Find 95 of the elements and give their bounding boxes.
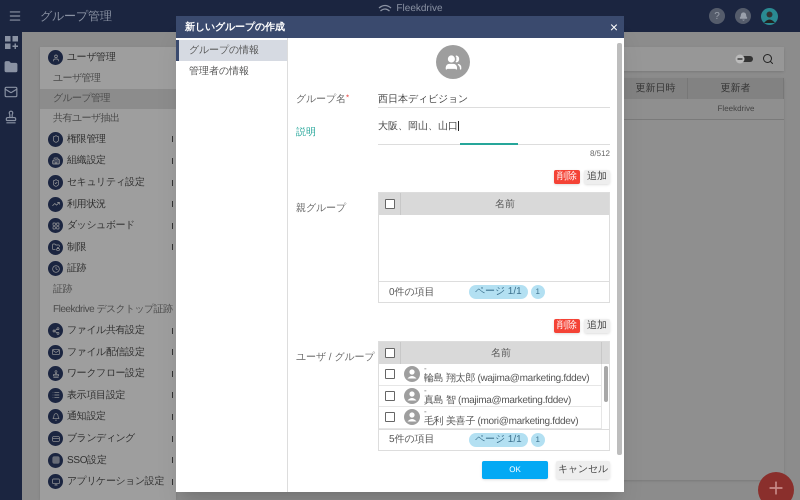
card-icon bbox=[48, 431, 63, 446]
menu-section[interactable]: ファイル配信設定 bbox=[40, 341, 176, 363]
share-icon bbox=[48, 323, 63, 338]
menu-item[interactable]: グループ管理 bbox=[40, 88, 176, 109]
row-note: - bbox=[424, 386, 427, 395]
member-name: 毛利 美喜子 (mori@marketing.fddev) bbox=[424, 417, 578, 428]
toggle-icon[interactable] bbox=[734, 54, 754, 64]
grid-icon bbox=[48, 452, 63, 468]
page-number[interactable]: 1 bbox=[530, 432, 545, 447]
menu-section[interactable]: 権限管理 bbox=[40, 128, 176, 150]
group-avatar bbox=[436, 45, 470, 79]
field-label: ユーザ / グループ bbox=[296, 352, 374, 363]
item-count: 5件の項目 bbox=[389, 433, 436, 448]
stamp-icon bbox=[48, 366, 63, 382]
add-button[interactable]: 追加 bbox=[584, 170, 610, 184]
ok-button[interactable]: OK bbox=[482, 460, 548, 479]
row-note: - bbox=[424, 407, 427, 416]
user-avatar-icon bbox=[404, 409, 420, 426]
item-count: 0件の項目 bbox=[389, 286, 436, 300]
menu-section[interactable]: 制限 bbox=[40, 236, 176, 258]
scrollbar[interactable] bbox=[617, 43, 622, 455]
page-indicator: ページ 1/1 bbox=[469, 285, 528, 299]
group-name-field[interactable]: 西日本ディビジョン bbox=[378, 90, 610, 108]
nav-tab[interactable]: 管理者の情報 bbox=[176, 61, 287, 82]
menu-item[interactable]: Fleekdrive デスクトップ証跡 bbox=[40, 300, 176, 320]
list-icon bbox=[48, 388, 63, 403]
dialog-title: 新しいグループの作成 bbox=[185, 20, 286, 34]
menu-section[interactable]: ワークフロー設定 bbox=[40, 362, 176, 385]
menu-section[interactable]: ブランディング bbox=[40, 428, 176, 450]
folder-lock-icon bbox=[48, 240, 63, 255]
menu-item[interactable]: 証跡 bbox=[40, 280, 176, 300]
page-title: グループ管理 bbox=[40, 8, 112, 25]
table-row[interactable]: - 真島 智 (majima@marketing.fddev) bbox=[379, 386, 601, 408]
row-note: - bbox=[424, 364, 427, 374]
folder-icon[interactable] bbox=[4, 60, 18, 74]
member-name: 真島 智 (majima@marketing.fddev) bbox=[424, 396, 572, 406]
user-avatar-icon bbox=[404, 366, 420, 382]
menu-section[interactable]: アプリケーション設定 bbox=[40, 470, 176, 492]
building-icon bbox=[48, 153, 63, 168]
menu-section[interactable]: ファイル共有設定 bbox=[40, 320, 176, 342]
cancel-button[interactable]: キャンセル bbox=[556, 460, 610, 479]
stamp-icon[interactable] bbox=[4, 110, 18, 124]
delete-button[interactable]: 削除 bbox=[554, 319, 580, 333]
grid-plus-icon[interactable] bbox=[4, 36, 18, 49]
logo-text: Fleekdrive bbox=[396, 3, 443, 15]
menu-item[interactable]: ユーザ管理 bbox=[40, 68, 176, 89]
member-name: 輪島 翔太郎 (wajima@marketing.fddev) bbox=[424, 374, 590, 384]
table-cell-text: Fleekdrive bbox=[716, 103, 756, 115]
menu-section[interactable]: 組織設定 bbox=[40, 150, 176, 172]
menu-icon[interactable] bbox=[8, 9, 22, 23]
shield-icon bbox=[48, 132, 63, 147]
checkbox[interactable] bbox=[385, 412, 395, 422]
close-button[interactable]: × bbox=[610, 20, 618, 34]
menu-section[interactable]: 表示項目設定 bbox=[40, 384, 176, 406]
grid-icon bbox=[48, 218, 63, 234]
add-button[interactable]: 追加 bbox=[584, 319, 610, 333]
menu-section[interactable]: ダッシュボード bbox=[40, 214, 176, 237]
mail-icon bbox=[48, 344, 63, 360]
column-header[interactable]: 更新者 bbox=[688, 78, 784, 99]
field-label: 親グループ bbox=[296, 203, 346, 214]
char-counter: 8/512 bbox=[590, 148, 610, 160]
field-label: 説明 bbox=[296, 127, 316, 138]
menu-section[interactable]: SSO設定 bbox=[40, 449, 176, 471]
bell-icon[interactable] bbox=[735, 8, 751, 24]
chart-icon bbox=[48, 196, 63, 212]
menu-section[interactable]: 利用状況 bbox=[40, 193, 176, 215]
field-label: グループ名* bbox=[296, 94, 350, 105]
bell-icon bbox=[48, 409, 63, 424]
checkbox[interactable] bbox=[384, 348, 394, 358]
menu-item[interactable]: 共有ユーザ抽出 bbox=[40, 108, 176, 129]
user-avatar-icon bbox=[404, 388, 420, 404]
table-row[interactable]: - 輪島 翔太郎 (wajima@marketing.fddev) bbox=[379, 364, 601, 386]
checkbox[interactable] bbox=[385, 390, 395, 401]
checkbox[interactable] bbox=[385, 369, 395, 380]
delete-button[interactable]: 削除 bbox=[554, 170, 580, 184]
avatar-icon[interactable] bbox=[761, 8, 778, 24]
nav-tab[interactable]: グループの情報 bbox=[176, 40, 287, 61]
shield-check-icon bbox=[48, 175, 63, 190]
clock-icon bbox=[48, 261, 63, 276]
menu-section[interactable]: ユーザ管理 bbox=[40, 47, 176, 69]
description-field[interactable]: 大阪、岡山、山口 bbox=[378, 119, 610, 145]
menu-section[interactable]: 通知設定 bbox=[40, 406, 176, 428]
checkbox[interactable] bbox=[384, 199, 394, 209]
page-indicator: ページ 1/1 bbox=[469, 432, 528, 447]
logo-icon bbox=[378, 4, 392, 14]
page-number[interactable]: 1 bbox=[530, 285, 545, 299]
menu-section[interactable]: セキュリティ設定 bbox=[40, 172, 176, 194]
fab-button[interactable] bbox=[758, 472, 794, 500]
monitor-icon bbox=[48, 474, 63, 490]
table-scrollbar[interactable] bbox=[604, 366, 608, 402]
user-icon bbox=[48, 50, 63, 66]
menu-section[interactable]: 証跡 bbox=[40, 258, 176, 280]
search-icon[interactable] bbox=[762, 53, 774, 65]
table-row[interactable]: - 毛利 美喜子 (mori@marketing.fddev) bbox=[379, 407, 601, 429]
mail-icon[interactable] bbox=[4, 85, 18, 99]
